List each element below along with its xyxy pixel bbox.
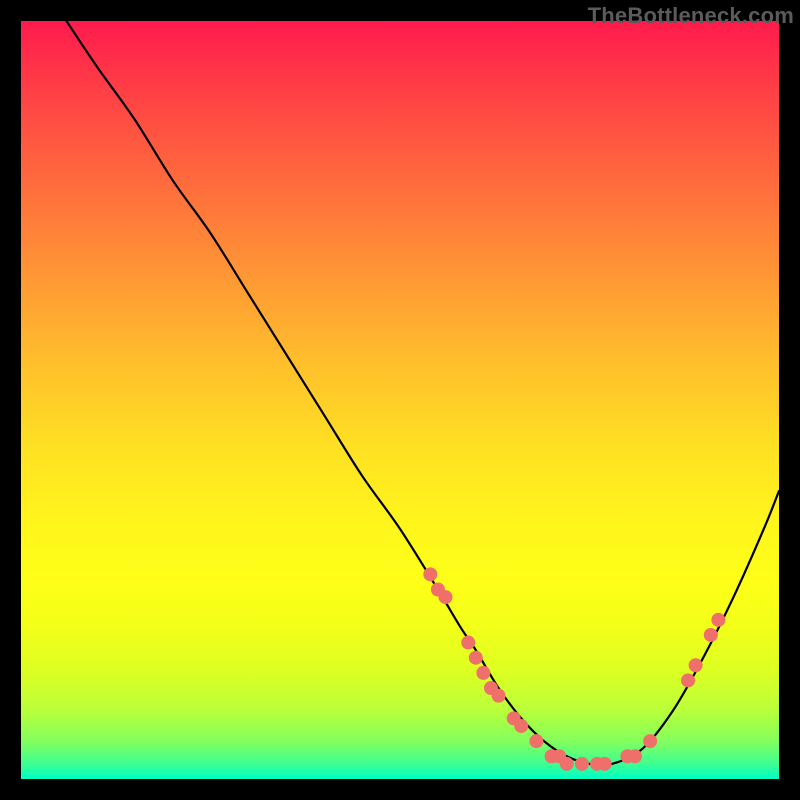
chart-svg (21, 21, 779, 779)
marker-dot (560, 757, 574, 771)
bottleneck-curve (66, 21, 779, 765)
marker-dot (476, 666, 490, 680)
marker-dot (575, 757, 589, 771)
marker-dot (681, 673, 695, 687)
marker-dot (492, 689, 506, 703)
marker-dot (529, 734, 543, 748)
marker-dot (423, 567, 437, 581)
marker-dot (689, 658, 703, 672)
marker-dot (598, 757, 612, 771)
plot-area (21, 21, 779, 779)
marker-dot (461, 636, 475, 650)
marker-dot (438, 590, 452, 604)
marker-dot (711, 613, 725, 627)
marker-dot (469, 651, 483, 665)
marker-dot (628, 749, 642, 763)
marker-dot (643, 734, 657, 748)
watermark-text: TheBottleneck.com (588, 3, 794, 29)
marker-dot (704, 628, 718, 642)
marker-dot (514, 719, 528, 733)
chart-frame (21, 21, 779, 779)
marker-group (423, 567, 725, 771)
